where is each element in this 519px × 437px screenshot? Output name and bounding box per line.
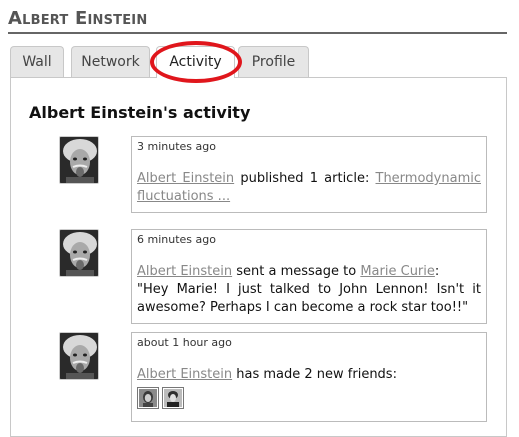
- timestamp: 6 minutes ago: [137, 233, 216, 246]
- activity-card: 3 minutes ago Albert Einstein published …: [131, 136, 487, 213]
- avatar[interactable]: [59, 136, 99, 184]
- tab-profile[interactable]: Profile: [238, 46, 309, 77]
- friend-avatar[interactable]: [137, 387, 159, 409]
- activity-card: 6 minutes ago Albert Einstein sent a mes…: [131, 229, 487, 324]
- activity-heading: Albert Einstein's activity: [29, 103, 251, 122]
- activity-card: about 1 hour ago Albert Einstein has mad…: [131, 332, 487, 422]
- page-header: Albert Einstein: [8, 6, 507, 34]
- actor-link[interactable]: Albert Einstein: [137, 171, 234, 186]
- action-text: sent a message to: [232, 264, 361, 279]
- message-text: "Hey Marie! I just talked to John Lennon…: [137, 282, 481, 315]
- activity-panel: Albert Einstein's activity 3 minutes ago…: [10, 77, 507, 437]
- activity-text: Albert Einstein sent a message to Marie …: [137, 263, 481, 317]
- new-friends-list: [137, 387, 481, 409]
- page-title: Albert Einstein: [8, 8, 148, 29]
- friend-avatar[interactable]: [162, 387, 184, 409]
- avatar[interactable]: [59, 229, 99, 277]
- tab-activity[interactable]: Activity: [156, 46, 235, 78]
- actor-link[interactable]: Albert Einstein: [137, 264, 232, 279]
- recipient-link[interactable]: Marie Curie: [360, 264, 435, 279]
- timestamp: about 1 hour ago: [137, 336, 232, 349]
- tab-wall[interactable]: Wall: [10, 46, 64, 77]
- colon: :: [434, 264, 440, 279]
- activity-text: Albert Einstein has made 2 new friends:: [137, 366, 481, 384]
- activity-text: Albert Einstein published 1 article: The…: [137, 170, 481, 206]
- action-text: published 1 article:: [234, 171, 376, 186]
- action-text: has made 2 new friends:: [232, 367, 397, 382]
- avatar[interactable]: [59, 332, 99, 380]
- actor-link[interactable]: Albert Einstein: [137, 367, 232, 382]
- tab-network[interactable]: Network: [71, 46, 150, 77]
- timestamp: 3 minutes ago: [137, 140, 216, 153]
